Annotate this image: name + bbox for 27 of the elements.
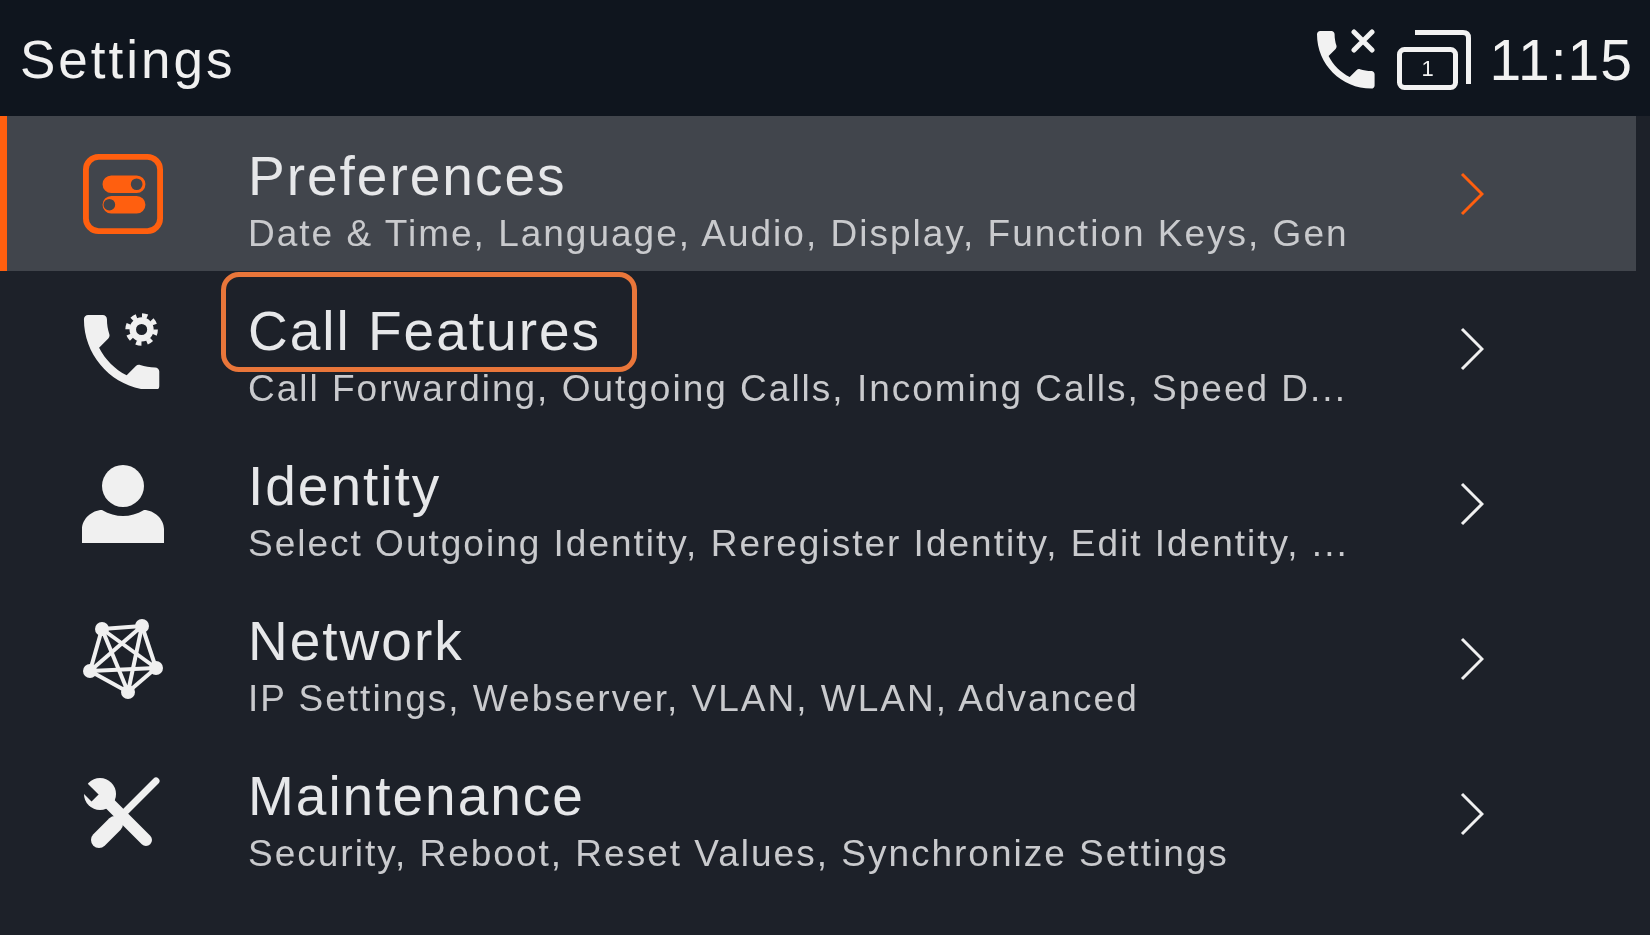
network-icon [82, 618, 164, 699]
item-description: Call Forwarding, Outgoing Calls, Incoming Calls, Speed D... [248, 367, 1348, 411]
screen-title: Settings [20, 28, 236, 90]
item-title: Network [248, 609, 464, 673]
item-title: Identity [248, 454, 442, 518]
settings-item[interactable]: Network IP Settings, Webserver, VLAN, WLAN, Advanced [0, 581, 1636, 736]
item-title: Maintenance [248, 764, 585, 828]
settings-item[interactable]: Preferences Date & Time, Language, Audio, Display, Function Keys, Gen [0, 116, 1636, 271]
item-description: Date & Time, Language, Audio, Display, Function Keys, Gen [248, 212, 1350, 256]
item-description: IP Settings, Webserver, VLAN, WLAN, Advanced [248, 677, 1140, 721]
toggles-icon [82, 153, 164, 234]
person-icon [82, 463, 164, 544]
item-title: Preferences [248, 144, 567, 208]
settings-item[interactable]: Maintenance Security, Reboot, Reset Values, Synchronize Settings [0, 736, 1636, 891]
chevron-right-icon [1460, 791, 1484, 836]
window-count: 1 [1420, 55, 1435, 83]
clock-time: 11:15 [1489, 27, 1633, 93]
item-description: Security, Reboot, Reset Values, Synchronize Settings [248, 832, 1230, 876]
stacked-windows-icon [1396, 28, 1473, 90]
settings-item[interactable]: Identity Select Outgoing Identity, Reregister Identity, Edit Identity, ... [0, 426, 1636, 581]
chevron-right-icon [1460, 171, 1484, 216]
item-title: Call Features [248, 299, 602, 363]
chevron-right-icon [1460, 481, 1484, 526]
chevron-right-icon [1460, 326, 1484, 371]
item-description: Select Outgoing Identity, Reregister Identity, Edit Identity, ... [248, 522, 1350, 566]
chevron-right-icon [1460, 636, 1484, 681]
settings-item[interactable]: Call Features Call Forwarding, Outgoing Calls, Incoming Calls, Speed D... [0, 271, 1636, 426]
